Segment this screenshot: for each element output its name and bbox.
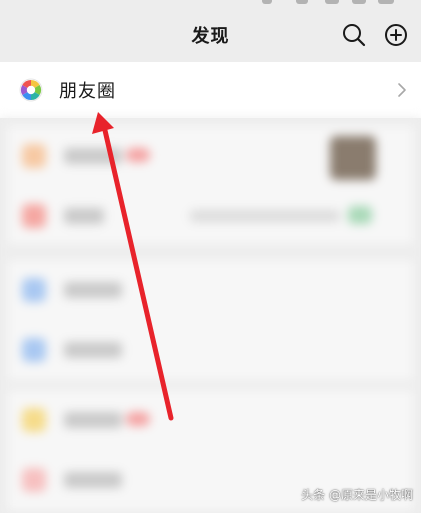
- status-bar: [0, 0, 421, 8]
- plus-circle-icon[interactable]: [383, 22, 409, 48]
- nav-bar: 发现: [0, 8, 421, 62]
- moments-label: 朋友圈: [59, 81, 116, 102]
- search-icon[interactable]: [341, 22, 367, 48]
- watermark-text: 头条 @原来是小牧啊: [301, 488, 413, 502]
- moments-list-item[interactable]: 朋友圈: [0, 62, 421, 118]
- moments-camera-shutter-icon: [19, 78, 43, 102]
- chevron-right-icon: [398, 83, 406, 97]
- blurred-content: [0, 118, 421, 513]
